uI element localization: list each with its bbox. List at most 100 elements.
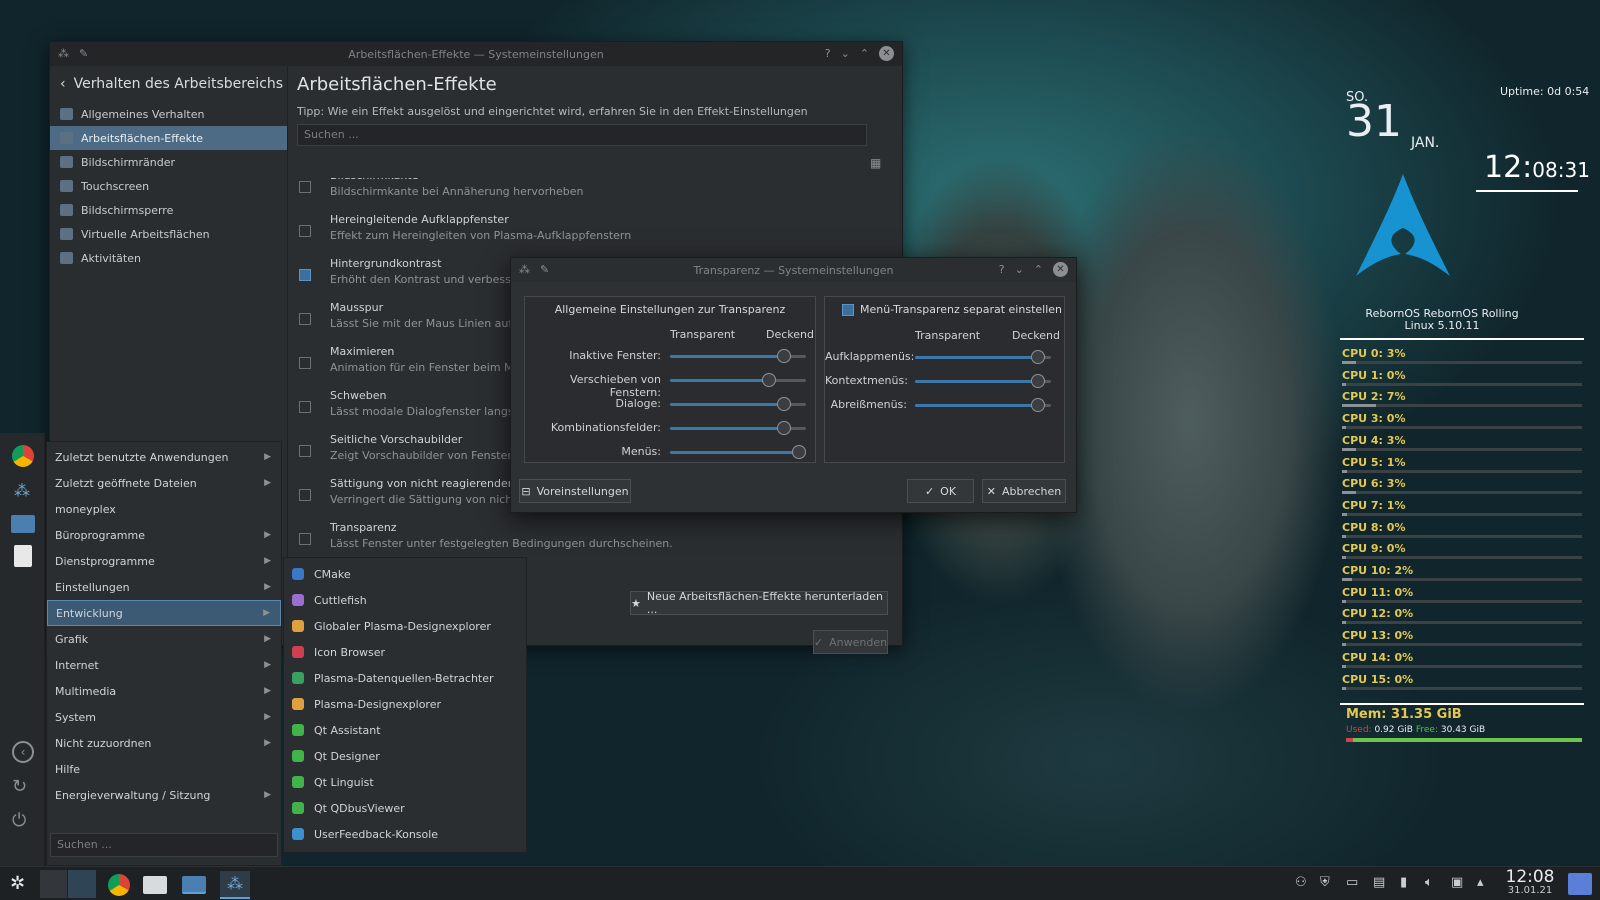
clock[interactable]: 12:08 31.01.21	[1500, 867, 1560, 896]
slider-handle[interactable]	[1031, 350, 1045, 364]
menu-category[interactable]: moneyplex	[47, 496, 281, 522]
opacity-slider[interactable]	[670, 373, 806, 387]
files-task-icon[interactable]	[182, 876, 206, 894]
menu-category[interactable]: System ▶	[47, 704, 281, 730]
sidebar-item[interactable]: Aktivitäten	[50, 246, 287, 270]
file-manager-task-icon[interactable]	[143, 876, 167, 894]
effect-checkbox[interactable]	[299, 269, 311, 281]
effect-checkbox[interactable]	[299, 181, 311, 193]
settings-favorite-icon[interactable]: ⁂	[14, 481, 30, 500]
menu-category[interactable]: Entwicklung ▶	[47, 600, 281, 626]
menu-category[interactable]: Hilfe	[47, 756, 281, 782]
app-item[interactable]: Plasma-Datenquellen-Betrachter	[284, 665, 526, 691]
effect-checkbox[interactable]	[299, 489, 311, 501]
effect-checkbox[interactable]	[299, 313, 311, 325]
slider-handle[interactable]	[777, 397, 791, 411]
effect-item[interactable]: Hereingleitende Aufklappfenster Effekt zu…	[297, 213, 887, 257]
menu-category[interactable]: Einstellungen ▶	[47, 574, 281, 600]
app-item[interactable]: CMake	[284, 561, 526, 587]
slider-handle[interactable]	[1031, 398, 1045, 412]
download-effects-button[interactable]: ★ Neue Arbeitsflächen-Effekte herunterlad…	[630, 590, 888, 616]
app-item[interactable]: Icon Browser	[284, 639, 526, 665]
menu-category[interactable]: Zuletzt benutzte Anwendungen ▶	[47, 444, 281, 470]
network-icon[interactable]: ⚇	[1295, 875, 1307, 890]
display-icon[interactable]: ▣	[1451, 875, 1463, 890]
clipboard-icon[interactable]: ▤	[1373, 875, 1385, 890]
app-item[interactable]: Plasma-Designexplorer	[284, 691, 526, 717]
pager[interactable]	[40, 870, 96, 898]
show-desktop-button[interactable]	[1568, 873, 1592, 895]
menu-category[interactable]: Nicht zuzuordnen ▶	[47, 730, 281, 756]
close-icon[interactable]: ✕	[879, 46, 894, 61]
menu-category[interactable]: Internet ▶	[47, 652, 281, 678]
shield-icon[interactable]: ⛨	[1320, 875, 1330, 890]
opacity-slider[interactable]	[915, 350, 1051, 364]
sidebar-item[interactable]: Touchscreen	[50, 174, 287, 198]
app-item[interactable]: Qt Designer	[284, 743, 526, 769]
pin-icon[interactable]: ✎	[540, 263, 549, 276]
effect-checkbox[interactable]	[299, 357, 311, 369]
menu-category[interactable]: Büroprogramme ▶	[47, 522, 281, 548]
app-item[interactable]: Cuttlefish	[284, 587, 526, 613]
sidebar-item[interactable]: Virtuelle Arbeitsflächen	[50, 222, 287, 246]
help-icon[interactable]: ?	[825, 47, 831, 60]
slider-handle[interactable]	[777, 421, 791, 435]
maximize-icon[interactable]: ⌃	[1034, 263, 1043, 276]
launcher-search-input[interactable]: Suchen ...	[50, 833, 278, 857]
opacity-slider[interactable]	[670, 349, 806, 363]
effect-item[interactable]: Bildschirmkante Bildschirmkante bei Annäh…	[297, 178, 887, 213]
opacity-slider[interactable]	[915, 398, 1051, 412]
slider-handle[interactable]	[762, 373, 776, 387]
files-favorite-icon[interactable]	[11, 515, 35, 533]
sidebar-item[interactable]: Bildschirmsperre	[50, 198, 287, 222]
menu-category[interactable]: Zuletzt geöffnete Dateien ▶	[47, 470, 281, 496]
sidebar-item[interactable]: Bildschirmränder	[50, 150, 287, 174]
sidebar-back[interactable]: ‹ Verhalten des Arbeitsbereichs	[50, 66, 287, 102]
maximize-icon[interactable]: ⌃	[860, 47, 869, 60]
system-settings-task-icon[interactable]: ⁂	[220, 871, 250, 899]
app-item[interactable]: Qt Assistant	[284, 717, 526, 743]
opacity-slider[interactable]	[670, 397, 806, 411]
app-item[interactable]: Qt QDbusViewer	[284, 795, 526, 821]
menu-category[interactable]: Energieverwaltung / Sitzung ▶	[47, 782, 281, 808]
opacity-slider[interactable]	[670, 421, 806, 435]
minimize-icon[interactable]: ⌄	[841, 47, 850, 60]
app-item[interactable]: Globaler Plasma-Designexplorer	[284, 613, 526, 639]
document-favorite-icon[interactable]	[14, 545, 32, 567]
menu-category[interactable]: Grafik ▶	[47, 626, 281, 652]
restart-icon[interactable]: ↻	[12, 776, 27, 797]
slider-handle[interactable]	[1031, 374, 1045, 388]
minimize-icon[interactable]: ⌄	[1015, 263, 1024, 276]
app-item[interactable]: Qt Linguist	[284, 769, 526, 795]
app-item[interactable]: UserFeedback-Konsole	[284, 821, 526, 847]
effect-checkbox[interactable]	[299, 445, 311, 457]
sidebar-item[interactable]: Allgemeines Verhalten	[50, 102, 287, 126]
effect-checkbox[interactable]	[299, 401, 311, 413]
shutdown-icon[interactable]: ⏻	[12, 810, 26, 831]
menu-category[interactable]: Dienstprogramme ▶	[47, 548, 281, 574]
help-icon[interactable]: ?	[999, 263, 1005, 276]
back-circle-icon[interactable]: ‹	[12, 741, 34, 763]
ok-button[interactable]: ✓ OK	[907, 479, 974, 503]
opacity-slider[interactable]	[915, 374, 1051, 388]
apply-button[interactable]: ✓ Anwenden	[813, 630, 888, 654]
menu-category[interactable]: Multimedia ▶	[47, 678, 281, 704]
settings-titlebar[interactable]: ⁂ ✎ Arbeitsflächen-Effekte — Systemeinste…	[50, 42, 902, 66]
effects-search-input[interactable]: Suchen ...	[297, 124, 867, 146]
pager-desktop-1[interactable]	[40, 870, 68, 898]
slider-handle[interactable]	[792, 445, 806, 459]
chrome-task-icon[interactable]	[108, 874, 130, 896]
defaults-button[interactable]: ⊟ Voreinstellungen	[519, 479, 631, 503]
chrome-favorite-icon[interactable]	[12, 445, 34, 467]
effect-checkbox[interactable]	[299, 225, 311, 237]
grid-icon[interactable]: ▦	[870, 156, 881, 170]
close-icon[interactable]: ✕	[1053, 262, 1068, 277]
opacity-slider[interactable]	[670, 445, 806, 459]
back-arrow-icon[interactable]: ‹	[60, 76, 66, 92]
pager-desktop-2[interactable]	[68, 870, 96, 898]
launcher-button-icon[interactable]: ✲	[10, 873, 25, 894]
effect-checkbox[interactable]	[299, 533, 311, 545]
volume-icon[interactable]: 🔈︎	[1425, 875, 1433, 890]
pin-icon[interactable]: ✎	[79, 47, 88, 60]
sidebar-item[interactable]: Arbeitsflächen-Effekte	[50, 126, 287, 150]
